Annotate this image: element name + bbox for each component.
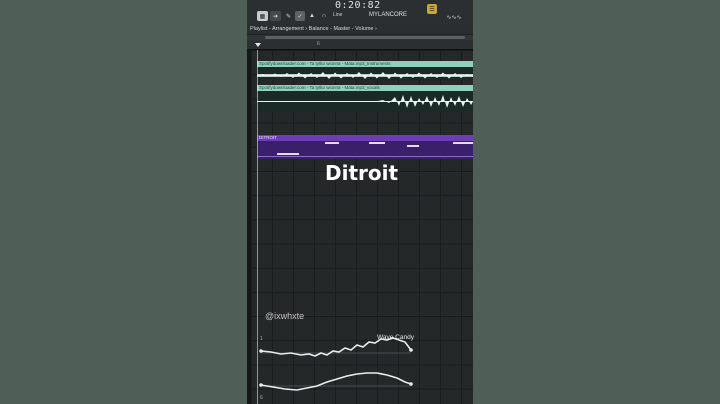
note <box>407 145 419 147</box>
stamp-icon[interactable]: ▲ <box>308 11 316 21</box>
overlay-title: Ditroit <box>325 161 399 185</box>
project-name: MYLANCORE <box>369 12 408 18</box>
waveform-icon[interactable]: ∿∿∿ <box>440 12 468 22</box>
note <box>453 142 473 144</box>
arrow-right-icon[interactable]: ➜ <box>270 11 281 21</box>
snap-button[interactable]: ▦ <box>257 11 268 21</box>
daw-window: 0:20:82 ▦ ➜ ✎ ✓ ▲ ∩ Line MYLANCORE ☰ ∿∿∿… <box>247 0 473 404</box>
ditroit-pattern-clip[interactable]: DITROIT <box>257 135 473 159</box>
playlist-breadcrumb[interactable]: Playlist - Arrangement › Balance - Maste… <box>247 24 473 34</box>
ruler-mark: 6 <box>317 41 320 47</box>
clip-label: DITROIT <box>257 135 473 141</box>
note <box>325 142 339 144</box>
instrumental-audio-clip[interactable]: Spotifydownloader.com - Ta tytko wionna … <box>257 61 473 80</box>
playhead-marker-icon[interactable] <box>255 43 261 47</box>
mode-label[interactable]: Line <box>333 12 342 18</box>
top-toolbar: 0:20:82 ▦ ➜ ✎ ✓ ▲ ∩ Line MYLANCORE ☰ ∿∿∿ <box>247 0 473 24</box>
scroll-thumb[interactable] <box>265 36 465 39</box>
note <box>277 153 299 155</box>
wave-candy-label: Wave Candy <box>377 334 414 341</box>
breadcrumb-path: Playlist - Arrangement › Balance - Maste… <box>250 26 377 32</box>
brush-icon[interactable]: ✓ <box>295 11 305 21</box>
creator-watermark: @ixwhxte <box>265 311 305 321</box>
clip-label: Spotifydownloader.com - Ta tytko wionna … <box>257 61 473 67</box>
vocals-audio-clip[interactable]: Spotifydownloader.com - Ta tytko wionna … <box>257 85 473 112</box>
note <box>257 156 473 157</box>
instrumental-waveform <box>257 72 473 79</box>
mixer-icon[interactable]: ☰ <box>427 4 437 14</box>
magnet-icon[interactable]: ∩ <box>319 11 329 21</box>
time-display: 0:20:82 <box>335 0 381 11</box>
timeline-ruler[interactable]: 6 <box>247 40 473 50</box>
vocals-waveform <box>257 95 473 108</box>
pencil-icon[interactable]: ✎ <box>284 11 293 21</box>
wave-candy-visualizer <box>259 337 413 391</box>
note <box>369 142 385 144</box>
